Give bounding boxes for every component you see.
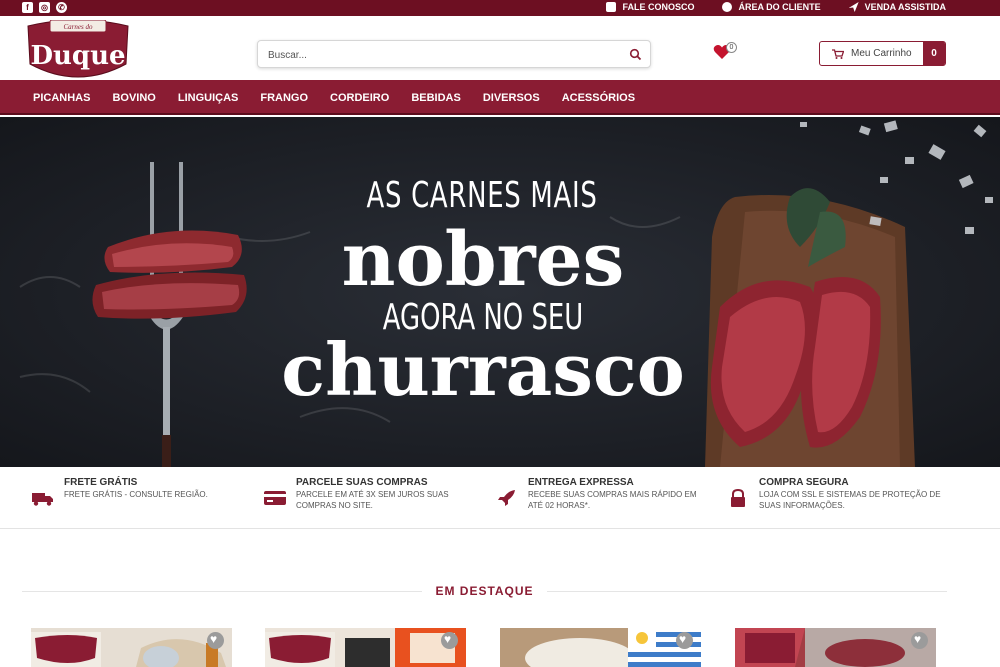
nav-item-frango[interactable]: FRANGO <box>260 92 308 104</box>
social-links: f ◎ ✆ <box>22 2 67 13</box>
contact-link[interactable]: FALE CONOSCO <box>606 2 694 12</box>
cart-count: 0 <box>923 41 945 66</box>
section-title: EM DESTAQUE <box>435 584 534 598</box>
featured-section-header: EM DESTAQUE <box>22 584 947 600</box>
top-links: FALE CONOSCO ÁREA DO CLIENTE VENDA ASSIS… <box>606 2 946 12</box>
cart-icon <box>832 49 844 59</box>
nav-item-bovino[interactable]: BOVINO <box>112 92 155 104</box>
feature-title: FRETE GRÁTIS <box>64 477 138 488</box>
product-wishlist-icon[interactable] <box>911 632 928 649</box>
nav-item-picanhas[interactable]: PICANHAS <box>33 92 90 104</box>
product-image <box>31 628 232 667</box>
customer-area-link-label: ÁREA DO CLIENTE <box>738 2 821 12</box>
nav-item-bebidas[interactable]: BEBIDAS <box>411 92 461 104</box>
product-image <box>265 628 466 667</box>
phone-icon <box>606 2 617 12</box>
product-wishlist-icon[interactable] <box>207 632 224 649</box>
feature-desc: PARCELE EM ATÉ 3X SEM JUROS SUAS COMPRAS… <box>296 490 449 510</box>
product-card[interactable] <box>500 628 701 667</box>
main-nav: PICANHAS BOVINO LINGUIÇAS FRANGO CORDEIR… <box>0 80 1000 115</box>
features-bar: FRETE GRÁTIS FRETE GRÁTIS - CONSULTE REG… <box>0 467 1000 529</box>
assisted-sale-link-label: VENDA ASSISTIDA <box>864 2 946 12</box>
hero-line-4: churrasco <box>281 327 685 412</box>
search-icon[interactable] <box>629 48 642 61</box>
nav-item-linguicas[interactable]: LINGUIÇAS <box>178 92 239 104</box>
plane-icon <box>848 2 859 12</box>
logo-tagline: Carnes do <box>64 23 93 31</box>
truck-icon <box>32 493 53 506</box>
product-wishlist-icon[interactable] <box>676 632 693 649</box>
header: Carnes do Duque 0 Meu Carrinho 0 <box>0 16 1000 80</box>
product-grid <box>31 628 937 667</box>
search-input[interactable] <box>268 47 608 63</box>
search-box <box>257 40 651 68</box>
hero-banner[interactable]: AS CARNES MAIS nobres AGORA NO SEU churr… <box>0 117 1000 467</box>
customer-area-link[interactable]: ÁREA DO CLIENTE <box>722 2 821 12</box>
user-icon <box>722 2 733 12</box>
feature-title: ENTREGA EXPRESSA <box>528 477 634 488</box>
wishlist-button[interactable]: 0 <box>713 42 739 64</box>
feature-title: COMPRA SEGURA <box>759 477 849 488</box>
contact-link-label: FALE CONOSCO <box>622 2 695 12</box>
cart-button[interactable]: Meu Carrinho 0 <box>819 41 946 66</box>
hero-line-1: AS CARNES MAIS <box>366 175 598 216</box>
product-card[interactable] <box>265 628 466 667</box>
instagram-icon[interactable]: ◎ <box>39 2 50 13</box>
assisted-sale-link[interactable]: VENDA ASSISTIDA <box>848 2 946 12</box>
nav-item-diversos[interactable]: DIVERSOS <box>483 92 540 104</box>
feature-desc: LOJA COM SSL E SISTEMAS DE PROTEÇÃO DE S… <box>759 490 941 510</box>
product-image <box>735 628 936 667</box>
product-card[interactable] <box>31 628 232 667</box>
product-card[interactable] <box>735 628 936 667</box>
rocket-icon <box>498 490 515 506</box>
feature-title: PARCELE SUAS COMPRAS <box>296 477 428 488</box>
feature-desc: RECEBE SUAS COMPRAS MAIS RÁPIDO EM ATÉ 0… <box>528 490 697 510</box>
logo[interactable]: Carnes do Duque <box>22 19 134 86</box>
cart-label: Meu Carrinho <box>851 48 912 59</box>
lock-icon <box>731 489 745 507</box>
top-bar: f ◎ ✆ FALE CONOSCO ÁREA DO CLIENTE VENDA… <box>0 0 1000 16</box>
whatsapp-icon[interactable]: ✆ <box>56 2 67 13</box>
facebook-icon[interactable]: f <box>22 2 33 13</box>
credit-card-icon <box>264 491 286 505</box>
logo-name: Duque <box>30 41 125 71</box>
product-wishlist-icon[interactable] <box>441 632 458 649</box>
hero-line-2: nobres <box>341 217 625 303</box>
nav-item-acessorios[interactable]: ACESSÓRIOS <box>562 92 635 104</box>
nav-item-cordeiro[interactable]: CORDEIRO <box>330 92 389 104</box>
product-image <box>500 628 701 667</box>
wishlist-count: 0 <box>726 42 737 53</box>
feature-desc: FRETE GRÁTIS - CONSULTE REGIÃO. <box>64 490 208 499</box>
